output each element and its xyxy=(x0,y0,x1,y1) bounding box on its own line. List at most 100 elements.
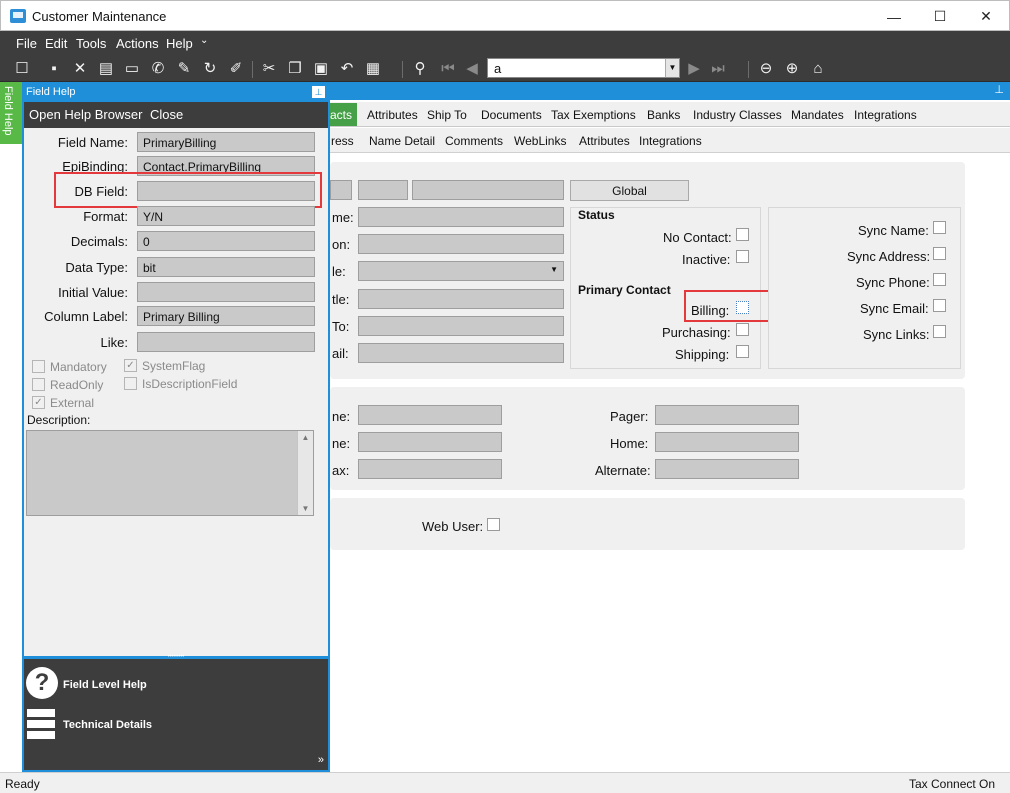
phone-icon[interactable]: ✆ xyxy=(148,59,168,79)
refresh-icon[interactable]: ↻ xyxy=(200,59,220,79)
close-window-button[interactable]: ✕ xyxy=(963,1,1009,32)
name-field[interactable] xyxy=(358,207,564,227)
subtab-attributes[interactable]: Attributes xyxy=(579,134,630,148)
title-field[interactable] xyxy=(358,289,564,309)
paste-icon[interactable]: ▣ xyxy=(311,59,331,79)
undo-icon[interactable]: ↶ xyxy=(337,59,357,79)
no-contact-checkbox[interactable] xyxy=(736,228,749,241)
like-value[interactable] xyxy=(137,332,315,352)
column-label-value[interactable]: Primary Billing xyxy=(137,306,315,326)
scroll-up-icon[interactable]: ▲ xyxy=(298,431,313,442)
clipboard-icon[interactable]: ▦ xyxy=(363,59,383,79)
subtab-address[interactable]: ress xyxy=(331,134,354,148)
subtab-integrations[interactable]: Integrations xyxy=(639,134,702,148)
external-checkbox[interactable]: ✓ xyxy=(32,396,45,409)
fax-field[interactable] xyxy=(358,459,502,479)
cut-icon[interactable]: ✂ xyxy=(259,59,279,79)
attach-icon[interactable]: ✎ xyxy=(174,59,194,79)
chevron-down-icon[interactable]: ▼ xyxy=(665,59,679,77)
subtab-weblinks[interactable]: WebLinks xyxy=(514,134,566,148)
close-help-button[interactable]: Close xyxy=(150,107,183,122)
readonly-checkbox[interactable] xyxy=(32,378,45,391)
function-field[interactable] xyxy=(358,234,564,254)
initial-value-label: Initial Value: xyxy=(58,285,128,300)
tab-ship-to[interactable]: Ship To xyxy=(427,108,467,122)
splitter-grip[interactable]: •••••••• xyxy=(156,654,196,660)
technical-details-link[interactable]: Technical Details xyxy=(63,719,152,731)
pin-icon[interactable]: ⊥ xyxy=(994,83,1004,96)
next-record-icon[interactable]: ▶ xyxy=(684,59,704,79)
phone-field[interactable] xyxy=(358,405,502,425)
web-user-checkbox[interactable] xyxy=(487,518,500,531)
field-name-value[interactable]: PrimaryBilling xyxy=(137,132,315,152)
maximize-button[interactable]: ☐ xyxy=(917,1,963,32)
initial-value-value[interactable] xyxy=(137,282,315,302)
save-icon[interactable]: ▪ xyxy=(44,59,64,79)
minimize-button[interactable]: — xyxy=(871,1,917,32)
sync-name-checkbox[interactable] xyxy=(933,221,946,234)
global-button[interactable]: Global xyxy=(570,180,689,201)
sync-address-checkbox[interactable] xyxy=(933,247,946,260)
description-label: Description: xyxy=(27,413,91,427)
copy-icon[interactable]: ❐ xyxy=(285,59,305,79)
delete-icon[interactable]: ✕ xyxy=(70,59,90,79)
record-search-combo[interactable]: a ▼ xyxy=(487,58,680,78)
last-record-icon[interactable]: ⏭ xyxy=(708,59,728,79)
isdescriptionfield-checkbox[interactable] xyxy=(124,377,137,390)
description-scrollbar[interactable]: ▲ ▼ xyxy=(297,431,313,515)
data-type-value[interactable]: bit xyxy=(137,257,315,277)
reports-to-field[interactable] xyxy=(358,316,564,336)
expand-icon[interactable]: » xyxy=(318,754,324,766)
cell-phone-field[interactable] xyxy=(358,432,502,452)
sync-phone-checkbox[interactable] xyxy=(933,273,946,286)
subtab-name-detail[interactable]: Name Detail xyxy=(369,134,435,148)
book-icon[interactable]: ▤ xyxy=(96,59,116,79)
menu-overflow-icon[interactable]: ⌄ xyxy=(200,35,208,46)
binoculars-icon[interactable]: ⚲ xyxy=(410,59,430,79)
description-textarea[interactable]: ▲ ▼ xyxy=(26,430,314,516)
forward-icon[interactable]: ⊕ xyxy=(782,59,802,79)
menu-tools[interactable]: Tools xyxy=(76,36,106,51)
home-icon[interactable]: ⌂ xyxy=(808,59,828,79)
tab-industry-classes[interactable]: Industry Classes xyxy=(693,108,782,122)
mandatory-checkbox[interactable] xyxy=(32,360,45,373)
new-icon[interactable]: ☐ xyxy=(12,59,32,79)
previous-record-icon[interactable]: ◀ xyxy=(462,59,482,79)
note-icon[interactable]: ▭ xyxy=(122,59,142,79)
first-record-icon[interactable]: ⏮ xyxy=(438,59,458,79)
tab-mandates[interactable]: Mandates xyxy=(791,108,844,122)
alternate-phone-field[interactable] xyxy=(655,459,799,479)
sync-links-checkbox[interactable] xyxy=(933,325,946,338)
menu-edit[interactable]: Edit xyxy=(45,36,67,51)
name-code-field[interactable] xyxy=(358,180,408,200)
purchasing-checkbox[interactable] xyxy=(736,323,749,336)
tab-documents[interactable]: Documents xyxy=(481,108,542,122)
clear-icon[interactable]: ✐ xyxy=(226,59,246,79)
email-field[interactable] xyxy=(358,343,564,363)
tab-tax-exemptions[interactable]: Tax Exemptions xyxy=(551,108,636,122)
menu-actions[interactable]: Actions xyxy=(116,36,159,51)
menu-file[interactable]: File xyxy=(16,36,37,51)
open-help-browser-button[interactable]: Open Help Browser xyxy=(29,107,142,122)
pin-icon[interactable]: ⊥ xyxy=(312,86,325,98)
format-value[interactable]: Y/N xyxy=(137,206,315,226)
home-phone-field[interactable] xyxy=(655,432,799,452)
role-select[interactable]: ▼ xyxy=(358,261,564,281)
tab-integrations[interactable]: Integrations xyxy=(854,108,917,122)
decimals-value[interactable]: 0 xyxy=(137,231,315,251)
name-prefix-field[interactable] xyxy=(330,180,352,200)
inactive-checkbox[interactable] xyxy=(736,250,749,263)
field-level-help-link[interactable]: Field Level Help xyxy=(63,679,147,691)
pager-field[interactable] xyxy=(655,405,799,425)
sync-email-checkbox[interactable] xyxy=(933,299,946,312)
tab-banks[interactable]: Banks xyxy=(647,108,680,122)
name-id-field[interactable] xyxy=(412,180,564,200)
tab-contacts-active[interactable]: acts xyxy=(330,103,357,126)
subtab-comments[interactable]: Comments xyxy=(445,134,503,148)
tab-attributes[interactable]: Attributes xyxy=(367,108,418,122)
scroll-down-icon[interactable]: ▼ xyxy=(298,504,313,513)
systemflag-checkbox[interactable]: ✓ xyxy=(124,359,137,372)
menu-help[interactable]: Help xyxy=(166,36,193,51)
shipping-checkbox[interactable] xyxy=(736,345,749,358)
back-icon[interactable]: ⊖ xyxy=(756,59,776,79)
